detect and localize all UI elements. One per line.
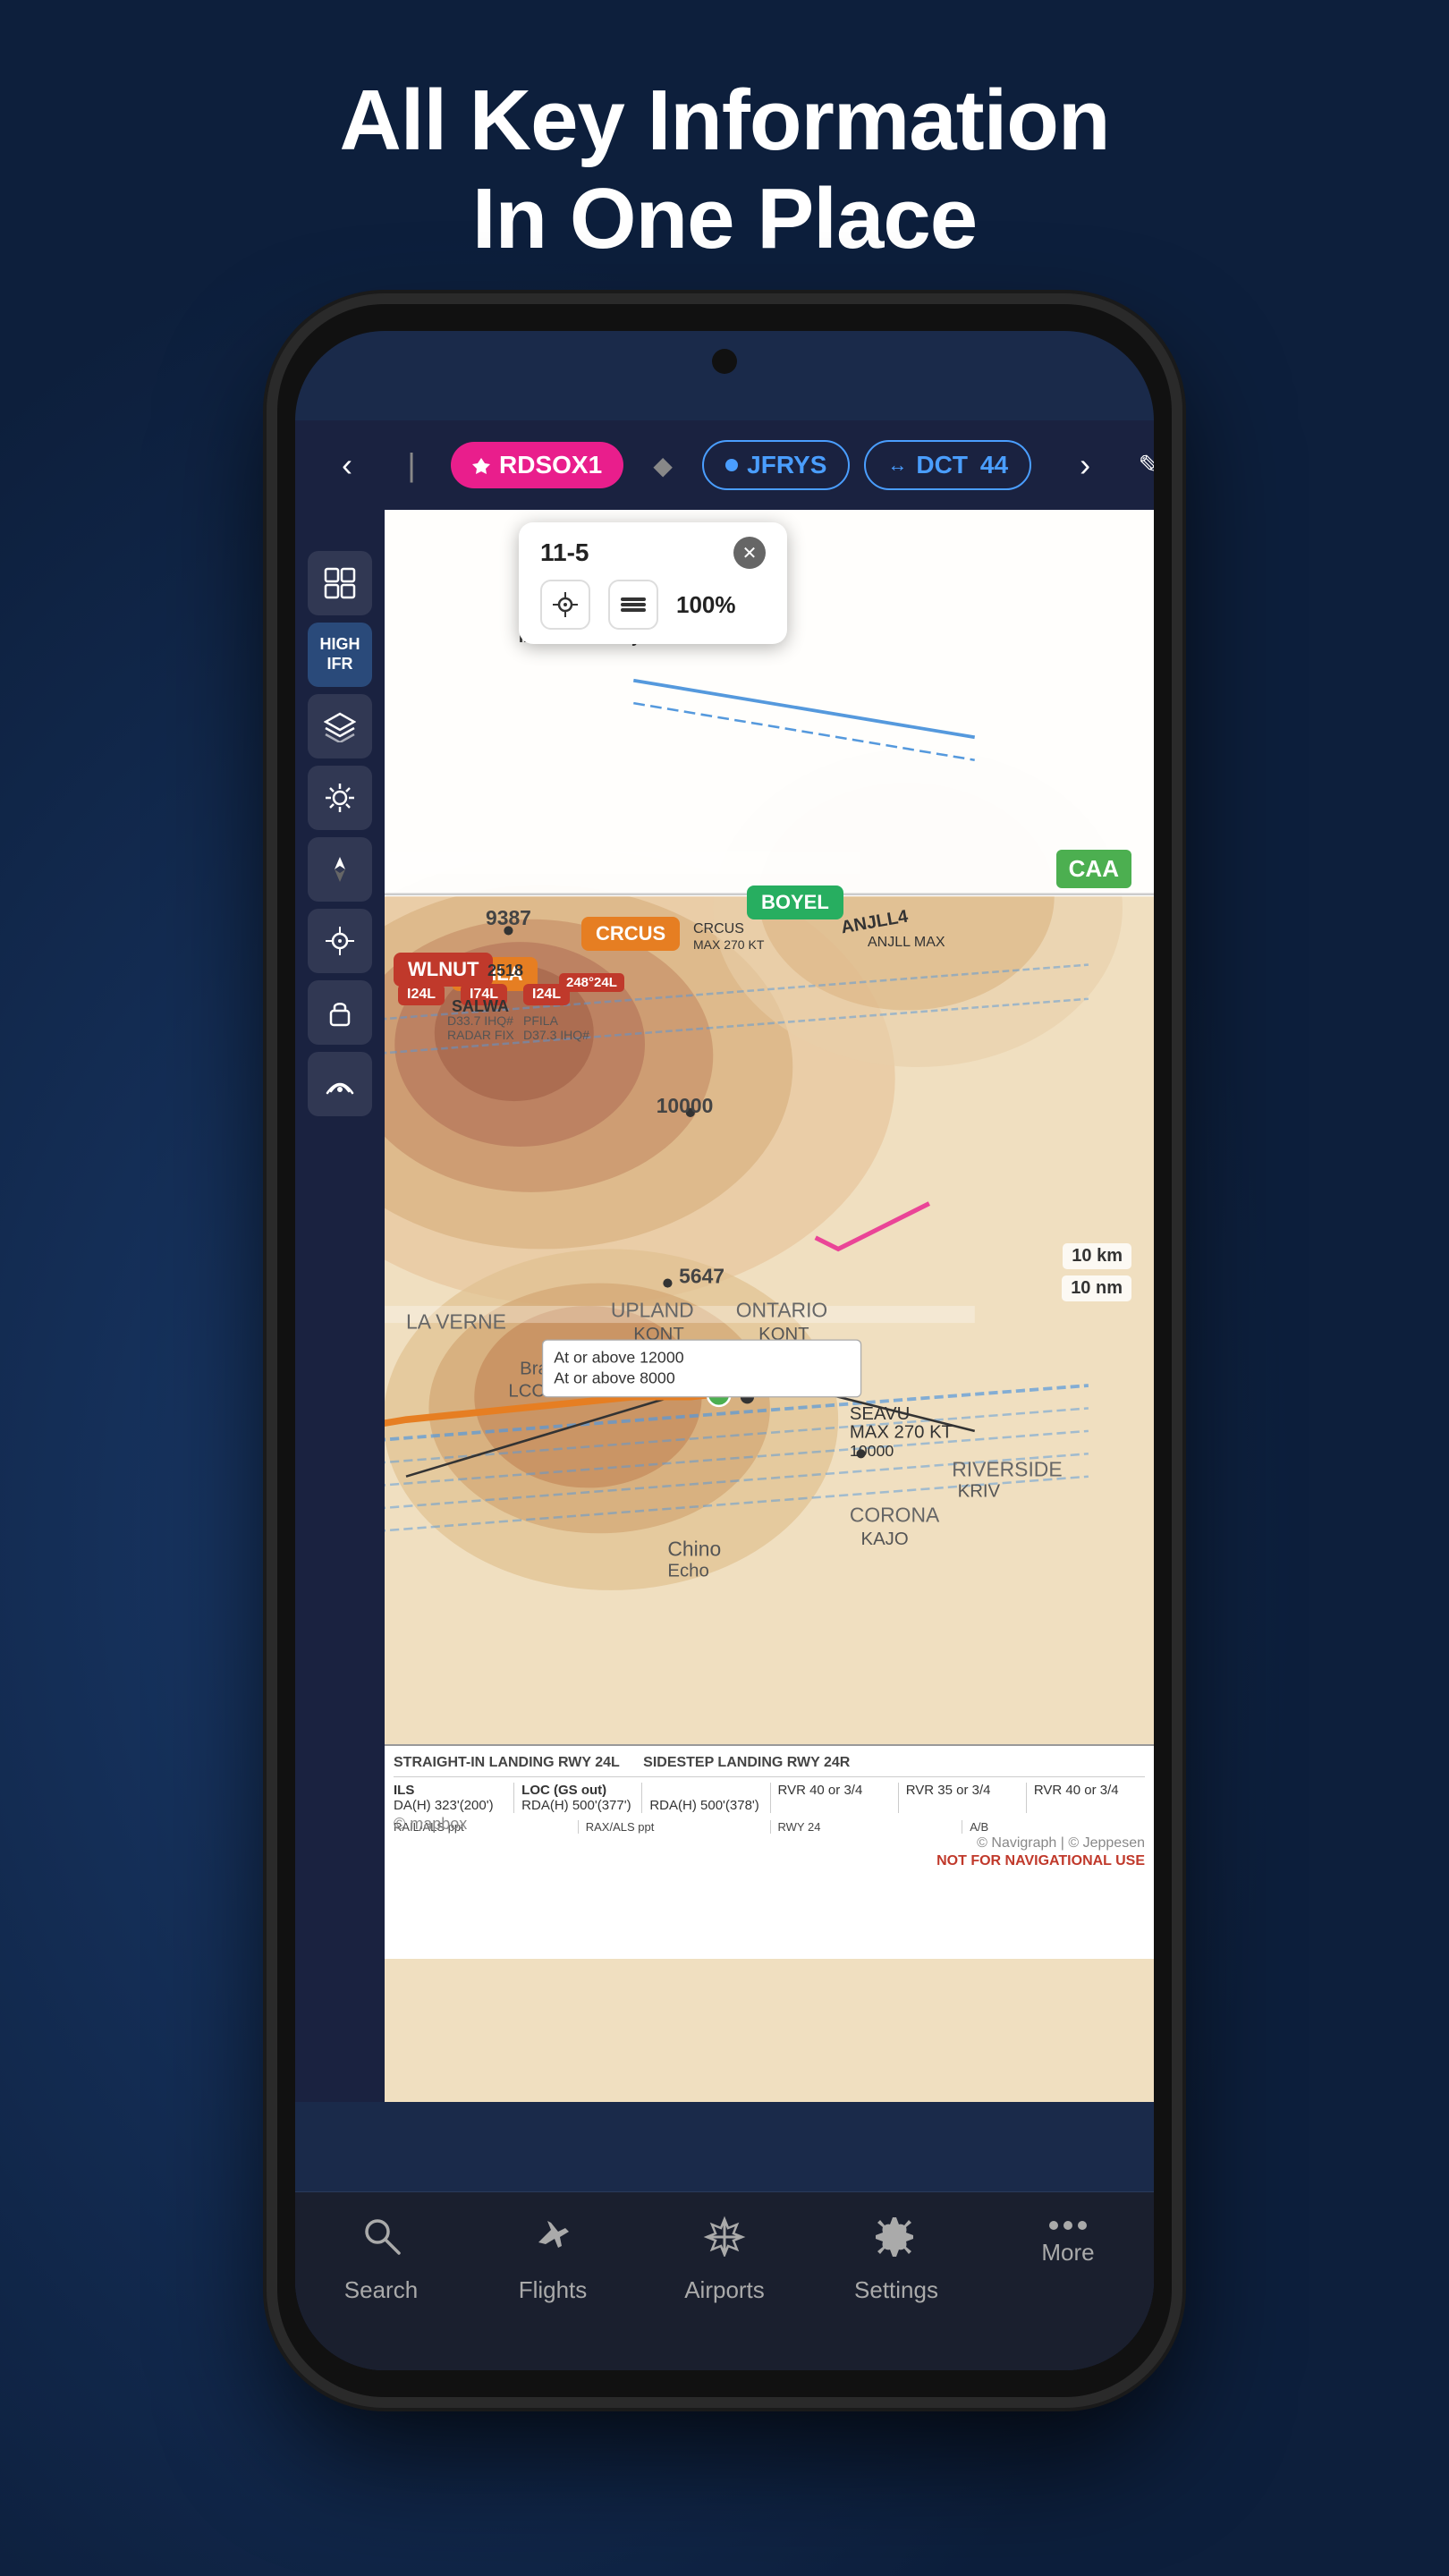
tab-search-label: Search (344, 2276, 418, 2304)
high-ifr-label: HIGHIFR (320, 635, 360, 674)
map-sidebar: HIGHIFR (295, 510, 385, 2102)
waypoint2-label: JFRYS (747, 451, 826, 479)
svg-text:LA VERNE: LA VERNE (406, 1309, 506, 1333)
map-area[interactable]: 9387 10000 5647 LA VERNE Brackett LCCC U… (295, 510, 1154, 2102)
tab-bar: Search Flights Airports Settings (295, 2191, 1154, 2370)
waypoint3-label: DCT (916, 451, 968, 479)
anjll-max-label: ANJLL MAX (868, 935, 945, 951)
nav-next-button[interactable]: › (1060, 440, 1110, 490)
waypoint1-label: RDSOX1 (499, 451, 602, 479)
svg-text:10000: 10000 (657, 1094, 714, 1117)
waypoint-boyel[interactable]: BOYEL (747, 886, 843, 919)
tab-search[interactable]: Search (295, 2214, 467, 2304)
mapbox-credit: © mapbox (394, 1815, 467, 1834)
nav-edit-button[interactable]: ✎ (1124, 440, 1154, 490)
popup-title: 11-5 (540, 538, 589, 567)
chart-table-area: STRAIGHT-IN LANDING RWY 24L SIDESTEP LAN… (385, 1744, 1154, 1959)
svg-text:9387: 9387 (486, 906, 531, 929)
tab-more-label: More (1041, 2239, 1094, 2267)
signal-button[interactable] (308, 1052, 372, 1116)
camera-notch (712, 349, 737, 374)
route-248-badge: 248°24L (559, 973, 624, 992)
layers-icon-btn[interactable] (608, 580, 658, 630)
tab-airports[interactable]: Airports (639, 2214, 810, 2304)
north-up-button[interactable] (308, 837, 372, 902)
grid-button[interactable] (308, 551, 372, 615)
svg-text:Chino: Chino (667, 1538, 721, 1561)
tab-airports-label: Airports (684, 2276, 765, 2304)
waypoint-dct[interactable]: ↔ DCT 44 (864, 440, 1031, 490)
caa-label: CAA (1056, 850, 1131, 888)
settings-icon (875, 2214, 918, 2267)
search-icon (360, 2214, 402, 2267)
route-label-124l-1: I24L (398, 984, 445, 1005)
phone-screen: ‹ | RDSOX1 ◆ JFRYS ↔ DCT 44 › ✎ (295, 331, 1154, 2370)
popup-close-button[interactable]: ✕ (733, 537, 766, 569)
nav-prev-button[interactable]: ‹ (322, 440, 372, 490)
svg-text:Echo: Echo (667, 1562, 708, 1581)
salwa-detail: D33.7 IHQ#RADAR FIX (447, 1013, 514, 1042)
chart-table-footer: RAIL/ALS ppt RAX/ALS ppt RWY 24 A/B (394, 1820, 1145, 1834)
waypoint-rdsox1[interactable]: RDSOX1 (451, 442, 623, 488)
flights-icon (531, 2214, 574, 2267)
navigraph-credit: © Navigraph | © Jeppesen (977, 1835, 1145, 1852)
waypoint-crcus[interactable]: CRCUS (581, 917, 680, 951)
svg-text:CORONA: CORONA (850, 1504, 940, 1527)
svg-text:KAJO: KAJO (861, 1530, 909, 1549)
crosshair-button[interactable] (308, 909, 372, 973)
svg-text:SEAVU: SEAVU (850, 1404, 910, 1424)
svg-text:ONTARIO: ONTARIO (736, 1299, 828, 1322)
svg-text:5647: 5647 (679, 1265, 724, 1288)
popup-percent: 100% (676, 591, 736, 619)
more-icon (1049, 2214, 1087, 2230)
svg-text:UPLAND: UPLAND (611, 1299, 694, 1322)
crcus-max-speed: MAX 270 KT (693, 937, 764, 952)
tab-settings-label: Settings (854, 2276, 938, 2304)
airports-icon (703, 2214, 746, 2267)
lock-button[interactable] (308, 980, 372, 1045)
nav-bar-pipe: | (386, 440, 436, 490)
brightness-button[interactable] (308, 766, 372, 830)
chart-table-rows: ILS DA(H) 323'(200') LOC (GS out) RDA(H)… (394, 1783, 1145, 1813)
crcus-max-label: CRCUS (693, 921, 744, 937)
svg-text:At or above 12000: At or above 12000 (554, 1349, 683, 1367)
waypoint3-value: 44 (980, 451, 1008, 479)
hero-line1: All Key Information (0, 72, 1449, 170)
dct-arrows: ↔ (887, 453, 907, 477)
altitude-2518: 2518 (487, 962, 523, 980)
not-for-nav: NOT FOR NAVIGATIONAL USE (936, 1853, 1145, 1869)
svg-text:MAX 270 KT: MAX 270 KT (850, 1422, 953, 1442)
tab-flights-label: Flights (519, 2276, 588, 2304)
chart-popup: 11-5 ✕ 100% (519, 522, 787, 644)
crosshair-icon-btn[interactable] (540, 580, 590, 630)
navigation-bar: ‹ | RDSOX1 ◆ JFRYS ↔ DCT 44 › ✎ (295, 420, 1154, 510)
hero-line2: In One Place (0, 170, 1449, 268)
distance-10km: 10 km (1063, 1243, 1131, 1269)
tab-more[interactable]: More (982, 2214, 1154, 2267)
svg-text:At or above 8000: At or above 8000 (554, 1368, 675, 1386)
phone-frame: ‹ | RDSOX1 ◆ JFRYS ↔ DCT 44 › ✎ (277, 304, 1172, 2397)
tab-settings[interactable]: Settings (810, 2214, 982, 2304)
svg-text:10000: 10000 (850, 1442, 894, 1460)
layers-button[interactable] (308, 694, 372, 758)
waypoint-wlnut[interactable]: WLNUT (394, 953, 493, 987)
waypoint2-dot (725, 459, 738, 471)
pfila-detail: PFILAD37.3 IHQ# (523, 1013, 589, 1042)
distance-10nm: 10 nm (1062, 1275, 1131, 1301)
chart-table-header: STRAIGHT-IN LANDING RWY 24L SIDESTEP LAN… (394, 1755, 1145, 1777)
hero-text: All Key Information In One Place (0, 72, 1449, 269)
svg-text:KRIV: KRIV (958, 1482, 1001, 1502)
tab-flights[interactable]: Flights (467, 2214, 639, 2304)
high-ifr-button[interactable]: HIGHIFR (308, 623, 372, 687)
nav-separator1: ◆ (638, 440, 688, 490)
waypoint-jfrys[interactable]: JFRYS (702, 440, 850, 490)
svg-text:RIVERSIDE: RIVERSIDE (952, 1458, 1062, 1481)
